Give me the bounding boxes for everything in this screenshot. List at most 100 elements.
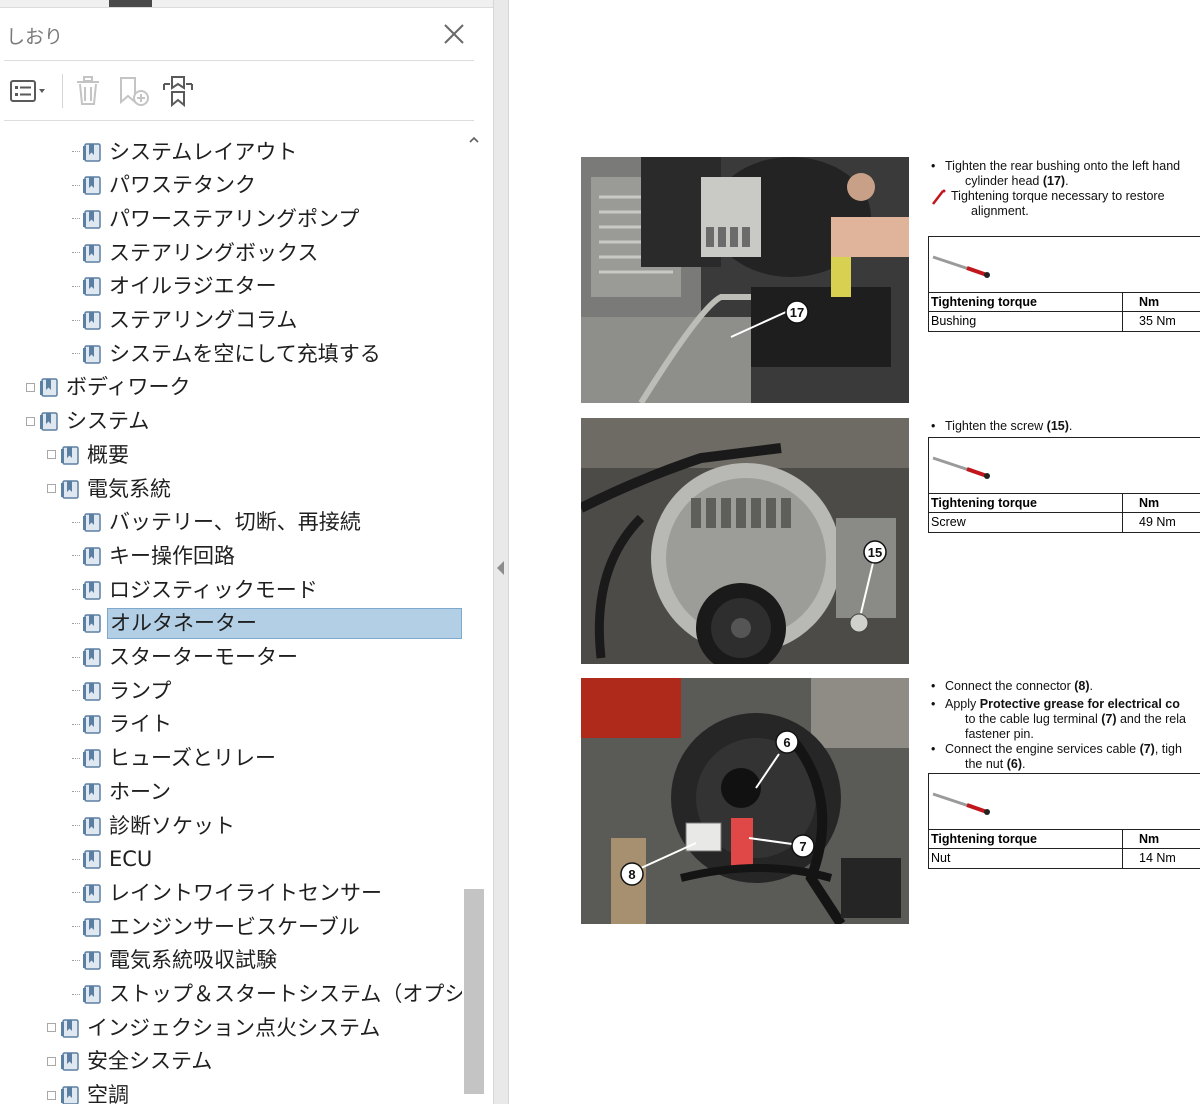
bookmark-label: ECU — [109, 847, 153, 872]
bookmark-icon — [61, 1052, 79, 1072]
bookmark-item[interactable]: ボディワーク — [26, 371, 193, 404]
bookmark-icon — [83, 614, 101, 634]
panel-splitter[interactable] — [493, 0, 509, 1104]
bookmark-icon — [83, 917, 101, 937]
tree-connector — [72, 926, 80, 928]
bookmark-icon — [83, 580, 101, 600]
bookmark-icon — [83, 243, 101, 263]
bookmark-item[interactable]: オルタネーター — [72, 607, 462, 640]
panel-title: しおり — [6, 26, 64, 48]
toolbar-divider-line — [4, 120, 474, 121]
close-panel-button[interactable] — [440, 20, 468, 48]
expand-toggle[interactable] — [47, 1056, 56, 1066]
bookmark-label: ロジスティックモード — [109, 577, 318, 602]
tree-scrollbar[interactable] — [462, 131, 484, 1104]
bookmark-item[interactable]: ランプ — [72, 674, 173, 707]
photo-alternator-screw: 15 — [581, 418, 909, 664]
expand-bookmark-icon — [163, 76, 193, 108]
tree-connector — [72, 521, 80, 523]
bookmark-item[interactable]: 診断ソケット — [72, 809, 237, 842]
bookmark-item[interactable]: 安全システム — [47, 1045, 214, 1078]
bookmark-item[interactable]: ライト — [72, 708, 174, 741]
options-menu-button[interactable] — [6, 72, 50, 110]
bookmark-icon — [83, 547, 101, 566]
instructions-step-1: Tighten the rear bushing onto the left h… — [929, 159, 1200, 219]
bookmark-icon — [83, 176, 101, 195]
bookmark-item[interactable]: システム — [26, 405, 151, 438]
torque-wrench-icon — [932, 792, 990, 815]
active-tab-indicator[interactable] — [109, 0, 152, 7]
bookmark-item[interactable]: ステアリングボックス — [72, 236, 320, 269]
bookmarks-panel: しおり システムレイアウト パワステタンク パワーステアリングポンプ ステアリン… — [0, 0, 493, 1104]
instruction-line: fastener pin. — [965, 727, 1034, 741]
tree-connector — [72, 218, 80, 220]
expand-toggle[interactable] — [47, 1090, 56, 1100]
bookmark-icon — [83, 344, 101, 364]
close-icon — [444, 24, 464, 44]
bookmark-item[interactable]: インジェクション点火システム — [47, 1011, 382, 1044]
bookmark-item[interactable]: レイントワイライトセンサー — [72, 876, 384, 909]
bookmark-icon — [83, 783, 101, 802]
bookmark-label: システム — [66, 409, 150, 434]
bookmark-item[interactable]: ストップ＆スタートシステム（オプション） — [72, 978, 462, 1011]
bookmark-item[interactable]: 概要 — [47, 438, 131, 471]
bookmark-item[interactable]: 電気系統吸収試験 — [72, 944, 279, 977]
bookmark-label: オルタネーター — [110, 611, 257, 636]
torque-wrench-cell — [929, 774, 1200, 830]
callout-6: 6 — [783, 735, 790, 750]
bookmark-label: パワステタンク — [109, 173, 256, 198]
bookmark-label: システムを空にして充填する — [109, 341, 381, 366]
scroll-up-icon[interactable] — [467, 133, 481, 147]
bookmark-item[interactable]: ヒューズとリレー — [72, 742, 278, 775]
bookmark-item[interactable]: バッテリー、切断、再接続 — [72, 506, 363, 539]
bookmark-item[interactable]: システムを空にして充填する — [72, 337, 383, 370]
expand-toggle[interactable] — [26, 382, 35, 392]
torque-table-screw: Tightening torque Nm Screw 49 Nm — [928, 437, 1200, 533]
expand-toggle[interactable] — [47, 450, 56, 460]
bookmark-item[interactable]: パワーステアリングポンプ — [72, 202, 361, 235]
collapse-arrow-icon[interactable] — [497, 561, 504, 575]
bookmark-item[interactable]: 電気系統 — [47, 472, 173, 505]
torque-item: Bushing — [929, 312, 1123, 331]
title-divider — [4, 60, 474, 61]
scroll-thumb[interactable] — [464, 889, 484, 1094]
bookmark-icon — [83, 715, 101, 735]
tree-connector — [72, 184, 80, 186]
bookmark-label: 概要 — [87, 442, 129, 467]
bookmark-icon — [83, 210, 101, 229]
new-bookmark-button[interactable] — [114, 72, 152, 110]
bookmark-item[interactable]: システムレイアウト — [72, 135, 299, 168]
bookmark-item[interactable]: ロジスティックモード — [72, 573, 320, 606]
bookmark-item[interactable]: スターターモーター — [72, 641, 300, 674]
delete-bookmark-button[interactable] — [70, 72, 106, 110]
tree-connector — [72, 622, 80, 624]
bookmark-icon — [83, 951, 101, 971]
bookmark-item[interactable]: キー操作回路 — [72, 539, 237, 572]
bookmark-item[interactable]: ECU — [72, 843, 154, 876]
tree-connector — [72, 757, 80, 759]
tree-connector — [72, 151, 80, 152]
expand-toggle[interactable] — [26, 416, 35, 426]
bookmark-item[interactable]: オイルラジエター — [72, 270, 279, 303]
bookmark-label: ライト — [109, 712, 172, 737]
warning-pencil-icon — [932, 189, 946, 205]
instruction-line: Tighten the rear bushing onto the left h… — [929, 159, 1200, 174]
expand-bookmark-button[interactable] — [158, 72, 198, 110]
bookmark-item[interactable]: 空調 — [47, 1079, 131, 1104]
bookmark-icon — [83, 277, 101, 297]
warning-line: alignment. — [971, 204, 1029, 218]
bookmark-item[interactable]: パワステタンク — [72, 169, 258, 202]
expand-toggle[interactable] — [47, 484, 56, 493]
bookmark-item[interactable]: エンジンサービスケーブル — [72, 910, 362, 943]
bookmark-item[interactable]: ステアリングコラム — [72, 304, 299, 337]
bookmark-label: ストップ＆スタートシステム（オプション） — [109, 982, 462, 1006]
instruction-line: cylinder head (17). — [965, 174, 1069, 188]
callout-17: 17 — [790, 305, 804, 320]
bookmark-icon — [61, 479, 79, 499]
bookmark-label: ヒューズとリレー — [109, 746, 276, 771]
bookmark-item[interactable]: ホーン — [72, 775, 173, 808]
torque-table-bushing: Tightening torque Nm Bushing 35 Nm — [928, 236, 1200, 332]
bookmark-label: キー操作回路 — [109, 543, 235, 568]
expand-toggle[interactable] — [47, 1023, 56, 1033]
torque-value: 35 Nm — [1139, 314, 1176, 328]
